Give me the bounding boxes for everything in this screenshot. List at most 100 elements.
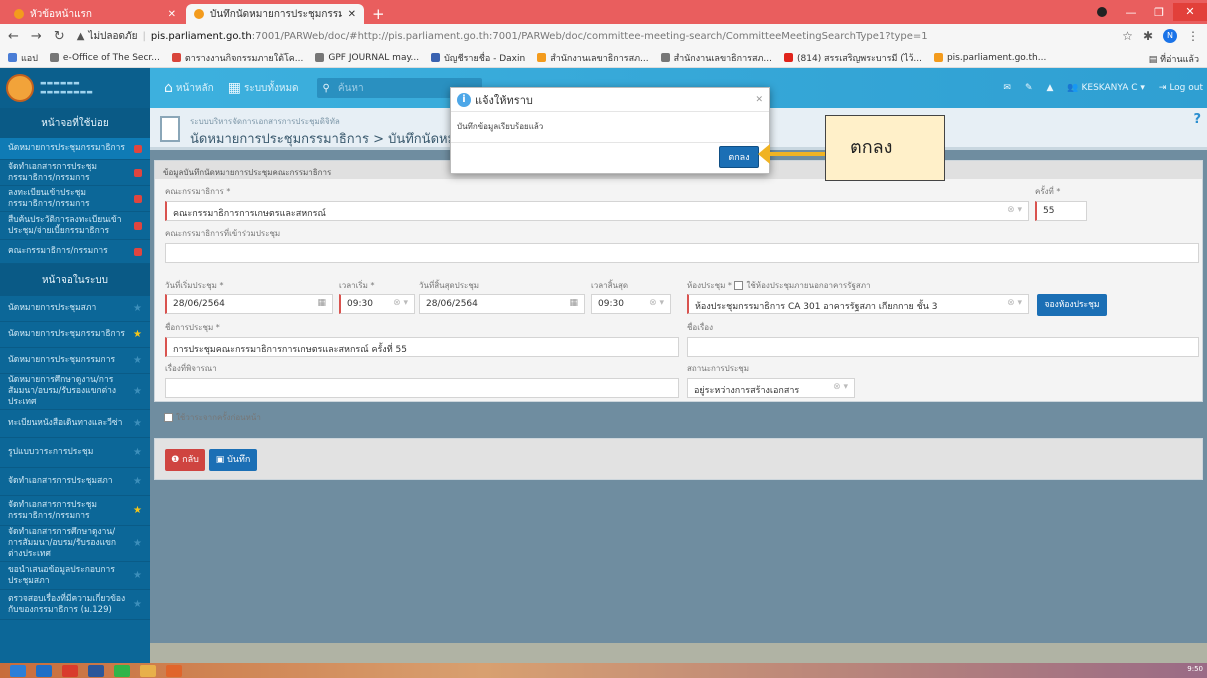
sidebar-item[interactable]: นัดหมายการประชุมกรรมาธิการ — [0, 138, 150, 160]
sidebar-item[interactable]: นัดหมายการศึกษาดูงาน/การสัมมนา/อบรม/รับร… — [0, 374, 150, 410]
bookmark-item[interactable]: แอป — [8, 51, 38, 65]
browser-tab-2[interactable]: บันทึกนัดหมายการประชุมกรรมาธิการ ✕ — [186, 4, 364, 24]
sidebar-item[interactable]: ตรวจสอบเรื่องที่มีความเกี่ยวข้องกับของกร… — [0, 590, 150, 620]
browser-tab-1[interactable]: หัวข้อหน้าแรก ✕ — [6, 4, 184, 24]
sidebar-item[interactable]: รูปแบบวาระการประชุม ★ — [0, 438, 150, 468]
pin-marker-icon[interactable] — [134, 194, 142, 203]
sidebar-item[interactable]: จัดทำเอกสารการประชุมกรรมาธิการ/กรรมการ — [0, 160, 150, 186]
mail-icon[interactable]: ✉ — [1003, 83, 1011, 93]
back-arrow-icon[interactable]: ← — [8, 29, 19, 44]
start-time-select[interactable]: 09:30 ⊗ ▾ — [339, 294, 415, 314]
clear-dropdown-icon[interactable]: ⊗ ▾ — [393, 298, 408, 308]
end-time-select[interactable]: 09:30 ⊗ ▾ — [591, 294, 671, 314]
star-icon[interactable]: ★ — [133, 355, 142, 366]
sidebar-item[interactable]: ขอนำเสนอข้อมูลประกอบการประชุมสภา ★ — [0, 562, 150, 590]
bookmark-item[interactable]: สำนักงานเลขาธิการสภ... — [537, 51, 649, 65]
extensions-icon[interactable]: ✱ — [1143, 29, 1153, 43]
sidebar-item[interactable]: นัดหมายการประชุมกรรมการ ★ — [0, 348, 150, 374]
reading-list[interactable]: ▤ ที่อ่านแล้ว — [1149, 52, 1199, 66]
calendar-icon[interactable]: ▦ — [569, 298, 578, 308]
profile-avatar[interactable]: N — [1163, 29, 1177, 43]
user-menu[interactable]: 👥 KESKANYA C ▾ — [1067, 83, 1145, 93]
clear-dropdown-icon[interactable]: ⊗ ▾ — [649, 298, 664, 308]
close-tab-icon[interactable]: ✕ — [348, 9, 356, 20]
external-room-checkbox[interactable] — [734, 281, 744, 290]
back-button[interactable]: ❶ กลับ — [165, 449, 205, 471]
record-icon[interactable] — [1097, 7, 1107, 17]
star-icon[interactable]: ★ — [133, 418, 142, 429]
joint-committee-input[interactable] — [165, 243, 1199, 263]
end-date-input[interactable]: 28/06/2564 ▦ — [419, 294, 585, 314]
star-icon[interactable]: ★ — [133, 570, 142, 581]
alert-icon[interactable]: ▲ — [1046, 83, 1053, 93]
minimize-icon[interactable]: — — [1117, 6, 1145, 19]
ie-browser-icon[interactable] — [36, 664, 52, 677]
help-icon[interactable]: ? — [1193, 112, 1201, 127]
pin-marker-icon[interactable] — [134, 144, 142, 153]
file-explorer-icon[interactable] — [140, 664, 156, 677]
star-bookmark-icon[interactable]: ☆ — [1122, 29, 1133, 43]
clear-dropdown-icon[interactable]: ⊗ ▾ — [1007, 205, 1022, 215]
sidebar-item[interactable]: นัดหมายการประชุมสภา ★ — [0, 296, 150, 322]
reload-icon[interactable]: ↻ — [54, 29, 65, 44]
pin-marker-icon[interactable] — [134, 168, 142, 177]
star-icon[interactable]: ★ — [133, 538, 142, 549]
modules-link[interactable]: ▦ ระบบทั้งหมด — [228, 80, 299, 96]
logout-link[interactable]: ⇥ Log out — [1159, 83, 1203, 93]
sidebar-item[interactable]: นัดหมายการประชุมกรรมาธิการ ★ — [0, 322, 150, 348]
bookmark-item[interactable]: ตารางงานกิจกรรมภายใต้โค... — [171, 51, 303, 65]
bookmark-item[interactable]: pis.parliament.go.th... — [933, 53, 1046, 63]
edit-icon[interactable]: ✎ — [1025, 83, 1033, 93]
pin-marker-icon[interactable] — [134, 247, 142, 256]
subject-input[interactable] — [687, 337, 1199, 357]
sidebar-item[interactable]: ทะเบียนหนังสือเดินทางและวีซ่า ★ — [0, 410, 150, 438]
committee-select[interactable]: คณะกรรมาธิการการเกษตรและสหกรณ์ ⊗ ▾ — [165, 201, 1029, 221]
meeting-name-input[interactable]: การประชุมคณะกรรมาธิการการเกษตรและสหกรณ์ … — [165, 337, 679, 357]
consider-input[interactable] — [165, 378, 679, 398]
pin-marker-icon[interactable] — [134, 221, 142, 230]
sidebar-item[interactable]: จัดทำเอกสารการประชุมสภา ★ — [0, 468, 150, 496]
url-field[interactable]: ▲ ไม่ปลอดภัย | pis.parliament.go.th :700… — [77, 27, 1122, 45]
status-select[interactable]: อยู่ระหว่างการสร้างเอกสาร ⊗ ▾ — [687, 378, 855, 398]
save-button[interactable]: ▣ บันทึก — [209, 449, 257, 471]
room-select[interactable]: ห้องประชุมกรรมาธิการ CA 301 อาคารรัฐสภา … — [687, 294, 1029, 314]
maximize-icon[interactable]: ❐ — [1145, 6, 1173, 19]
clear-dropdown-icon[interactable]: ⊗ ▾ — [1007, 298, 1022, 308]
star-icon[interactable]: ★ — [133, 599, 142, 610]
calendar-icon[interactable]: ▦ — [317, 298, 326, 308]
line-icon[interactable] — [114, 664, 130, 677]
windows-start-icon[interactable] — [10, 664, 26, 677]
star-icon[interactable]: ★ — [133, 386, 142, 397]
word-icon[interactable] — [88, 664, 104, 677]
star-icon[interactable]: ★ — [133, 505, 142, 516]
sidebar-item[interactable]: จัดทำเอกสารการประชุมกรรมาธิการ/กรรมการ ★ — [0, 496, 150, 526]
start-date-input[interactable]: 28/06/2564 ▦ — [165, 294, 333, 314]
bookmark-item[interactable]: สำนักงานเลขาธิการสภ... — [660, 51, 772, 65]
ok-button[interactable]: ตกลง — [719, 146, 759, 168]
close-dialog-icon[interactable]: ✕ — [755, 95, 763, 105]
system-clock[interactable]: 9:50 — [1187, 665, 1203, 673]
sidebar-item[interactable]: คณะกรรมาธิการ/กรรมการ — [0, 240, 150, 264]
sidebar-item[interactable]: ลงทะเบียนเข้าประชุมกรรมาธิการ/กรรมการ — [0, 186, 150, 212]
home-link[interactable]: ⌂ หน้าหลัก — [164, 80, 214, 96]
star-icon[interactable]: ★ — [133, 476, 142, 487]
firefox-icon[interactable] — [166, 664, 182, 677]
prev-agenda-option[interactable]: ใช้วาระจากครั้งก่อนหน้า — [164, 411, 261, 424]
round-input[interactable]: 55 — [1035, 201, 1087, 221]
bookmark-item[interactable]: e-Office of The Secr... — [49, 53, 160, 63]
clear-dropdown-icon[interactable]: ⊗ ▾ — [833, 382, 848, 392]
book-room-button[interactable]: จองห้องประชุม — [1037, 294, 1107, 316]
sidebar-item[interactable]: สืบค้นประวัติการลงทะเบียนเข้าประชุม/จ่าย… — [0, 212, 150, 240]
chrome-icon[interactable] — [62, 664, 78, 677]
star-icon[interactable]: ★ — [133, 303, 142, 314]
new-tab-icon[interactable]: + — [372, 4, 385, 24]
prev-agenda-checkbox[interactable] — [164, 413, 173, 422]
star-icon[interactable]: ★ — [133, 329, 142, 340]
parliament-logo[interactable]: ▬▬▬▬▬▬ ▬▬▬▬▬▬▬▬ — [0, 68, 150, 108]
close-tab-icon[interactable]: ✕ — [168, 9, 176, 20]
bookmark-item[interactable]: (814) สรรเสริญพระบารมี (ไว้... — [784, 51, 922, 65]
bookmark-item[interactable]: บัญชีรายชื่อ - Daxin — [431, 51, 525, 65]
bookmark-item[interactable]: GPF JOURNAL may... — [315, 53, 419, 63]
sidebar-item[interactable]: จัดทำเอกสารการศึกษาดูงาน/การสัมมนา/อบรม/… — [0, 526, 150, 562]
menu-dots-icon[interactable]: ⋮ — [1187, 29, 1199, 43]
